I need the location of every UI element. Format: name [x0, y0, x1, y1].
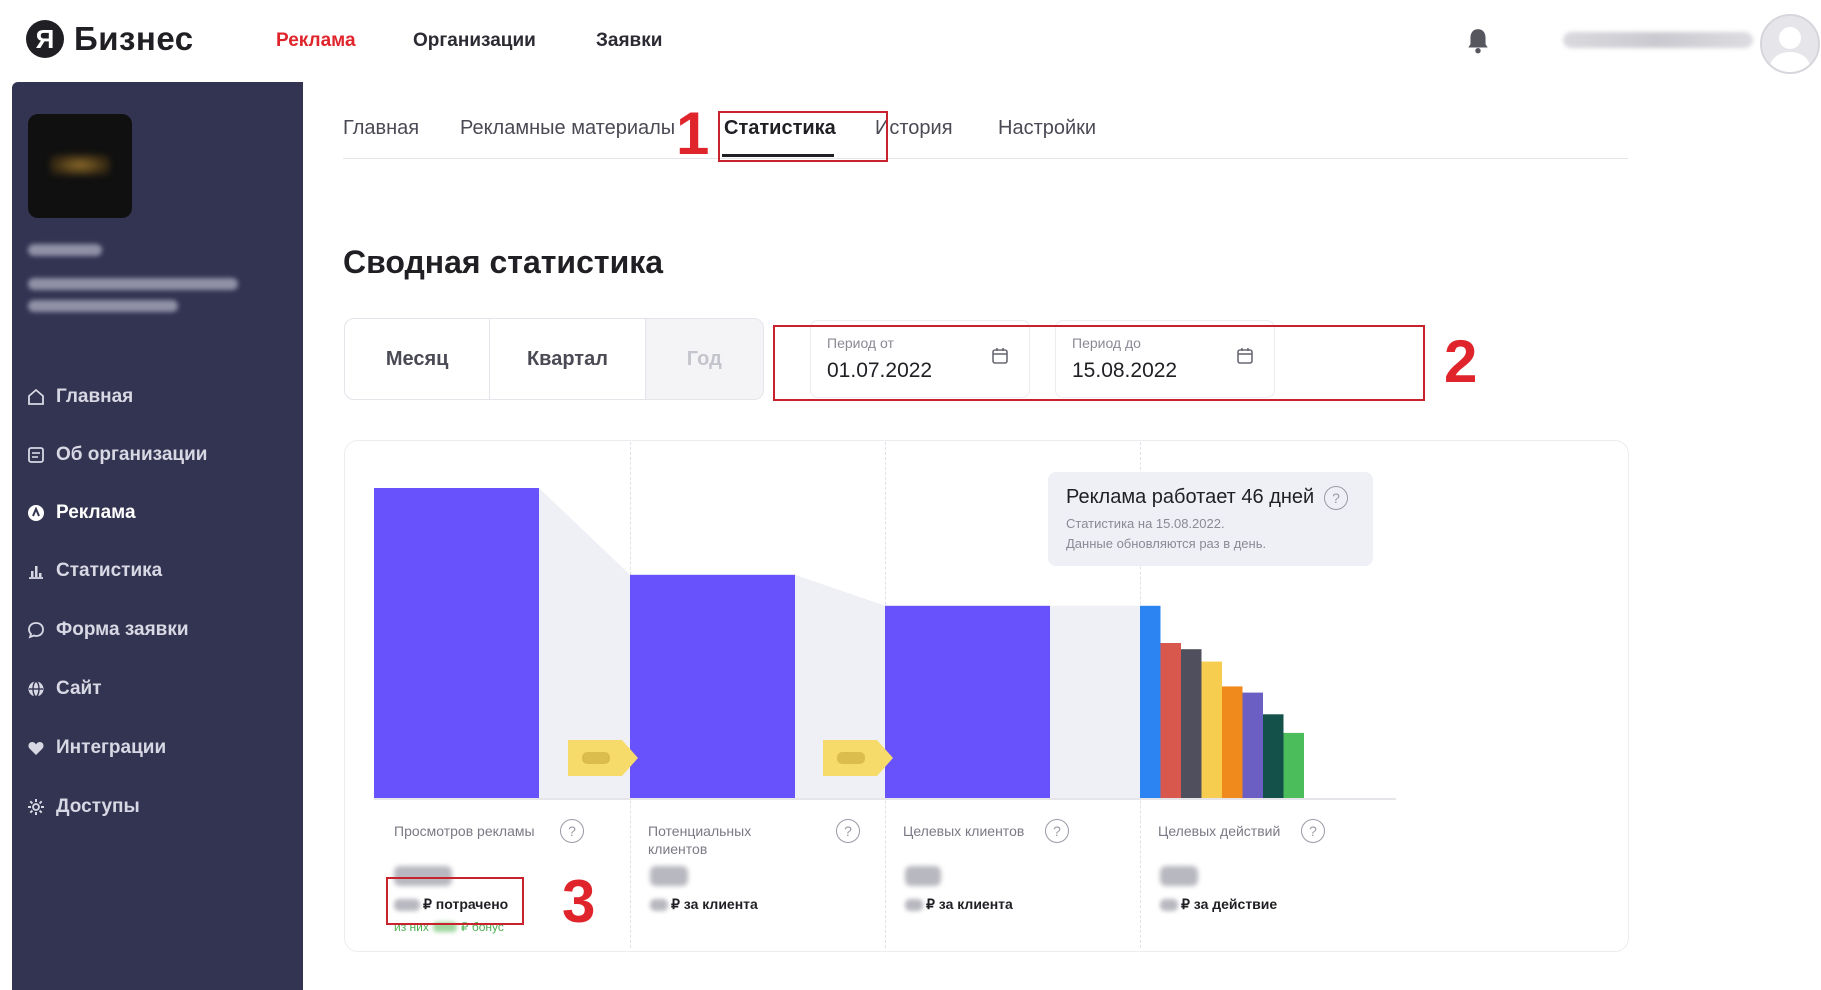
metric-label-views: Просмотров рекламы	[394, 823, 535, 839]
metric-cost-label: ₽ за клиента	[926, 896, 1013, 912]
funnel-bar	[630, 574, 795, 798]
chart-baseline	[374, 798, 1396, 800]
action-breakdown-bar	[1181, 649, 1202, 798]
question-icon[interactable]: ?	[1301, 819, 1325, 843]
metric-cost-label: ₽ за клиента	[671, 896, 758, 912]
question-icon[interactable]: ?	[1324, 486, 1348, 510]
metric-label-target-clients: Целевых клиентов	[903, 823, 1025, 839]
metric-label-target-actions: Целевых действий	[1158, 823, 1281, 839]
metric-label-potential-clients: Потенциальных клиентов	[648, 823, 752, 857]
metric-cost-per-client: ₽ за клиента	[650, 896, 758, 913]
ads-running-info: Реклама работает 46 дней ? Статистика на…	[1048, 472, 1373, 566]
funnel-bar	[374, 488, 539, 798]
annotation-box-3	[386, 877, 524, 925]
question-icon[interactable]: ?	[836, 819, 860, 843]
action-breakdown-bar	[1242, 692, 1263, 798]
metric-value-blurred	[905, 866, 941, 886]
funnel-bar	[885, 605, 1050, 798]
metric-cost-per-action: ₽ за действие	[1160, 896, 1277, 913]
ads-running-title: Реклама работает 46 дней	[1066, 486, 1315, 508]
metric-cost-per-target-client: ₽ за клиента	[905, 896, 1013, 913]
action-breakdown-bar	[1222, 686, 1243, 798]
action-breakdown-bar	[1160, 643, 1181, 798]
update-frequency-note: Данные обновляются раз в день.	[1066, 536, 1267, 551]
metric-cost-label: ₽ за действие	[1181, 896, 1278, 912]
funnel-connector	[1050, 605, 1140, 798]
question-icon[interactable]: ?	[1045, 819, 1069, 843]
question-icon[interactable]: ?	[560, 819, 584, 843]
metric-value-blurred	[1160, 866, 1198, 886]
metric-value-blurred	[650, 866, 688, 886]
conversion-value-blurred	[837, 752, 865, 764]
action-breakdown-bar	[1263, 714, 1284, 798]
action-breakdown-bar	[1283, 732, 1304, 798]
annotation-number-3: 3	[562, 868, 596, 935]
action-breakdown-bar	[1201, 661, 1222, 798]
funnel-chart	[374, 488, 1304, 798]
stats-date-note: Статистика на 15.08.2022.	[1066, 516, 1225, 531]
action-breakdown-bar	[1140, 605, 1161, 798]
conversion-value-blurred	[582, 752, 610, 764]
